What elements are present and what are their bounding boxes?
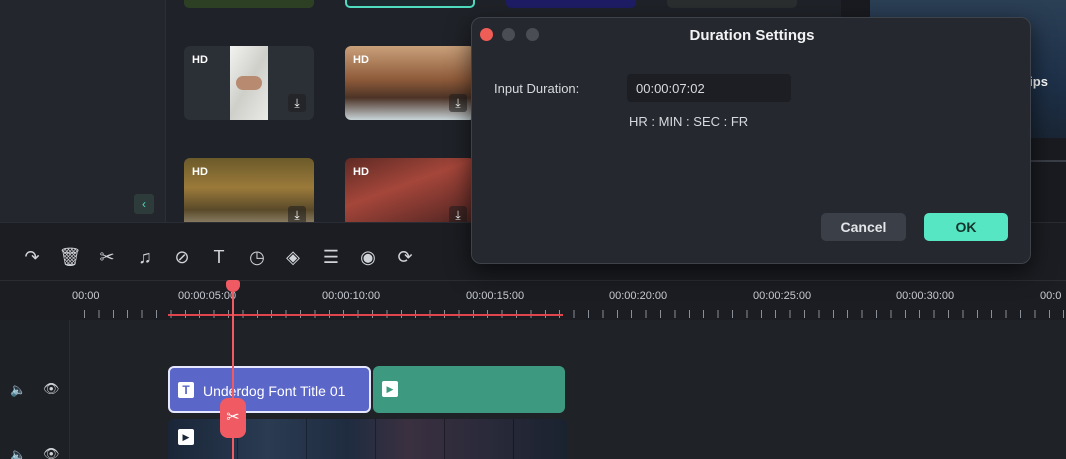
media-thumb[interactable]: HD ⤓ xyxy=(345,158,475,232)
eye-icon[interactable]: 👁 xyxy=(43,381,60,397)
duration-input[interactable] xyxy=(627,74,791,102)
redo-icon[interactable]: ↷ xyxy=(20,246,44,268)
ok-button[interactable]: OK xyxy=(924,213,1008,241)
ruler-label: 00:00:25:00 xyxy=(753,290,812,302)
ruler-label: 00:00:05:00 xyxy=(178,290,237,302)
media-clip[interactable]: ▶ xyxy=(373,366,565,413)
eye-icon[interactable]: 👁 xyxy=(43,446,60,459)
thumb-image xyxy=(230,46,268,120)
delete-icon[interactable]: 🗑 xyxy=(58,246,82,268)
adjust-icon[interactable]: ☰ xyxy=(319,246,343,268)
speaker-icon[interactable]: 🔈 xyxy=(10,382,26,398)
media-thumb-selected-partial[interactable] xyxy=(345,0,475,8)
audio-stretch-icon[interactable]: ◉ xyxy=(356,246,380,268)
color-icon[interactable]: ◈ xyxy=(281,246,305,268)
cut-icon[interactable]: ✂ xyxy=(95,246,119,268)
ruler-label: 00:0 xyxy=(1040,290,1062,302)
speaker-icon[interactable]: 🔈 xyxy=(10,447,26,459)
cancel-button[interactable]: Cancel xyxy=(821,213,906,241)
title-clip[interactable]: T Underdog Font Title 01 xyxy=(168,366,371,413)
collapse-sidebar-icon[interactable]: ‹ xyxy=(134,194,154,214)
hd-badge: HD xyxy=(192,54,208,66)
media-thumb-partial[interactable] xyxy=(184,0,314,8)
editor-window: HD ⤓ HD ⤓ HD ⤓ HD ⤓ ‹ m ips ↷ 🗑 ✂ ♫ ⊘ T … xyxy=(0,0,1066,459)
split-scissor-icon[interactable]: ✂ xyxy=(220,398,246,438)
duration-settings-dialog: Duration Settings Input Duration: HR : M… xyxy=(471,17,1031,264)
text-icon[interactable]: T xyxy=(207,246,231,268)
duration-format-hint: HR : MIN : SEC : FR xyxy=(629,114,749,129)
selection-range xyxy=(168,314,563,316)
media-thumb-partial[interactable] xyxy=(506,0,636,8)
hd-badge: HD xyxy=(353,166,369,178)
ruler-label: 00:00 xyxy=(72,290,100,302)
download-icon[interactable]: ⤓ xyxy=(449,94,467,112)
clip-frame-divider xyxy=(306,419,307,459)
text-clip-icon: T xyxy=(178,382,194,398)
dialog-title: Duration Settings xyxy=(689,27,815,44)
timer-icon[interactable]: ◷ xyxy=(245,246,269,268)
ruler-label: 00:00:10:00 xyxy=(322,290,381,302)
input-duration-label: Input Duration: xyxy=(494,81,580,96)
library-sidebar xyxy=(0,0,166,222)
ruler-label: 00:00:30:00 xyxy=(896,290,955,302)
media-thumb-partial[interactable] xyxy=(667,0,797,8)
media-thumb[interactable]: HD ⤓ xyxy=(184,46,314,120)
clip-frame-divider xyxy=(513,419,514,459)
play-icon: ▶ xyxy=(178,429,194,445)
download-icon[interactable]: ⤓ xyxy=(288,94,306,112)
media-thumb[interactable]: HD ⤓ xyxy=(184,158,314,232)
clip-frame-divider xyxy=(375,419,376,459)
hd-badge: HD xyxy=(353,54,369,66)
tag-icon[interactable]: ⊘ xyxy=(170,246,194,268)
play-icon: ▶ xyxy=(382,381,398,397)
audio-icon[interactable]: ♫ xyxy=(133,246,157,268)
hd-badge: HD xyxy=(192,166,208,178)
ruler-label: 00:00:15:00 xyxy=(466,290,525,302)
media-thumb[interactable]: HD ⤓ xyxy=(345,46,475,120)
title-clip-label: Underdog Font Title 01 xyxy=(203,383,346,399)
clip-frame-divider xyxy=(444,419,445,459)
speed-icon[interactable]: ⟳ xyxy=(393,246,417,268)
ruler-label: 00:00:20:00 xyxy=(609,290,668,302)
